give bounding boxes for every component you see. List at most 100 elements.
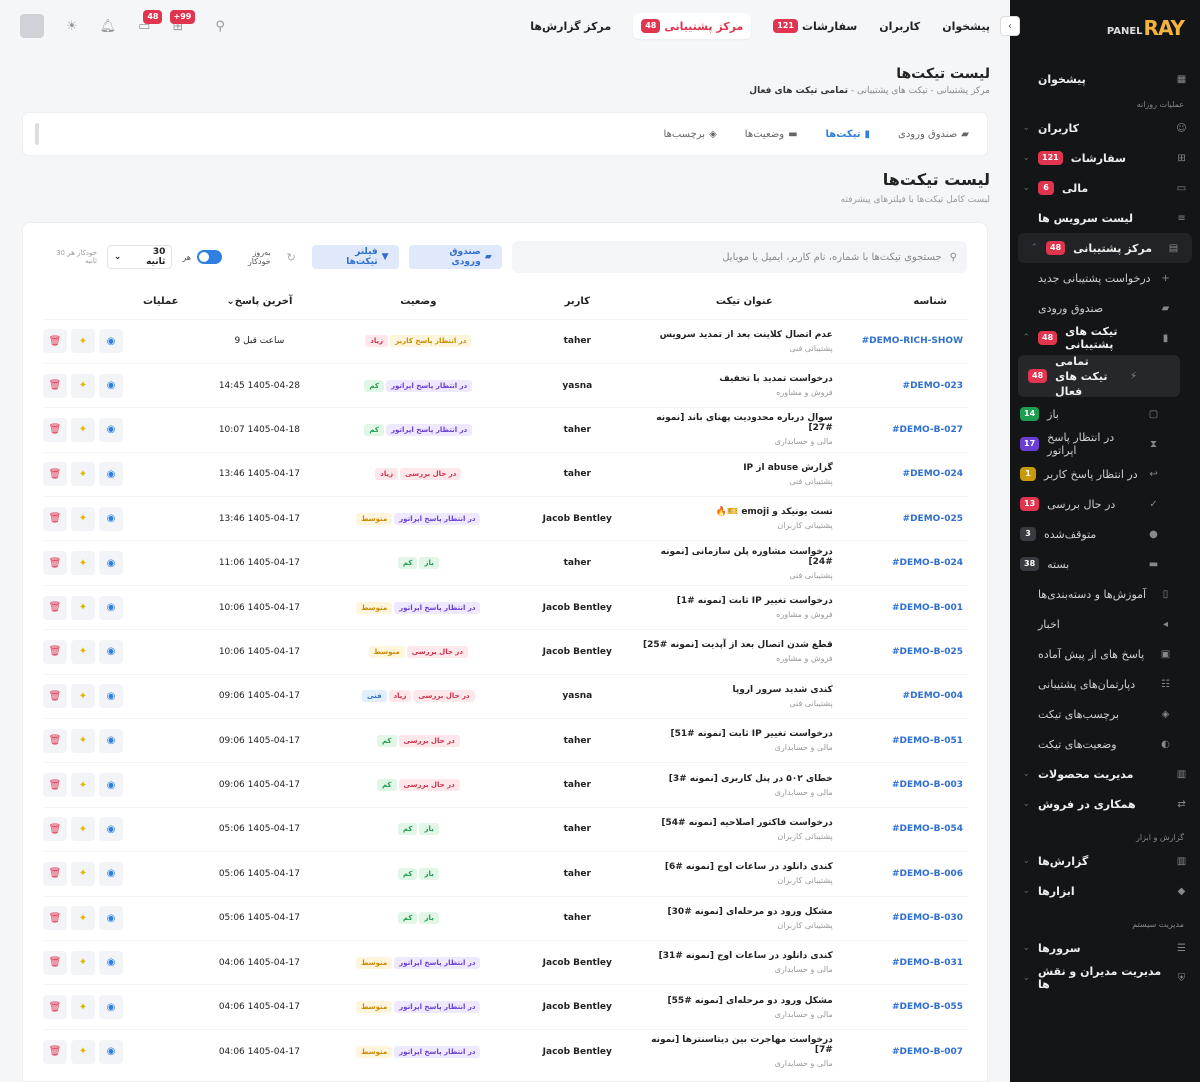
messages-icon[interactable]: ▭ 48: [138, 9, 163, 34]
ticket-id[interactable]: #DEMO-024: [832, 451, 969, 497]
sidebar-item-reviewing[interactable]: ✓ در حال بررسی 13: [1010, 489, 1200, 519]
eye-icon[interactable]: ◉: [99, 639, 123, 664]
ticket-title[interactable]: قطع شدن اتصال بعد از آپدیت [نمونه #25]: [640, 640, 833, 650]
eye-icon[interactable]: ◉: [99, 684, 123, 709]
drag-handle[interactable]: [35, 123, 39, 145]
ticket-title[interactable]: درخواست تغییر IP ثابت [نمونه #51]: [640, 729, 832, 739]
eye-icon[interactable]: ◉: [99, 773, 123, 798]
sidebar-item-news[interactable]: ◂ اخبار: [1010, 609, 1200, 639]
ticket-id[interactable]: #DEMO-004: [832, 673, 969, 719]
eye-icon[interactable]: ◉: [99, 373, 123, 398]
theme-toggle-icon[interactable]: ☀: [66, 19, 78, 34]
table-row[interactable]: #DEMO-B-027 سوال درباره محدودیت پهنای بان…: [43, 407, 969, 453]
table-row[interactable]: #DEMO-B-031 کندی دانلود در ساعات اوج [نمو…: [43, 939, 969, 985]
sidebar-item-servers[interactable]: ☰ سرورها ⌄: [1010, 933, 1200, 963]
nav-orders[interactable]: سفارشات 121: [773, 19, 857, 33]
trash-icon[interactable]: 🗑︎: [43, 551, 67, 576]
trash-icon[interactable]: 🗑︎: [43, 817, 67, 842]
table-row[interactable]: #DEMO-024 گزارش abuse از IP پشتیبانی فنی ta…: [43, 451, 969, 497]
interval-select[interactable]: 30 ثانیه ⌄: [106, 245, 173, 269]
bulb-icon[interactable]: ✦: [71, 462, 95, 487]
search-input[interactable]: ⚲ جستجوی تیکت‌ها با شماره، نام کاربر، ایم…: [511, 241, 967, 273]
trash-icon[interactable]: 🗑︎: [43, 1039, 67, 1064]
table-row[interactable]: #DEMO-B-030 مشکل ورود دو مرحله‌ای [نمونه …: [43, 895, 969, 941]
ticket-id[interactable]: #DEMO-B-027: [832, 407, 969, 453]
ticket-id[interactable]: #DEMO-B-031: [832, 939, 969, 985]
bulb-icon[interactable]: ✦: [71, 817, 95, 842]
table-row[interactable]: #DEMO-B-003 خطای ۵۰۲ در پنل کاربری [نمونه…: [43, 762, 969, 808]
table-row[interactable]: #DEMO-B-055 مشکل ورود دو مرحله‌ای [نمونه …: [43, 984, 969, 1030]
ticket-title[interactable]: کندی دانلود در ساعات اوج [نمونه #6]: [640, 862, 833, 872]
ticket-id[interactable]: #DEMO-B-055: [832, 984, 969, 1030]
trash-icon[interactable]: 🗑︎: [43, 728, 67, 753]
sidebar-item-closed[interactable]: ▬ بسته 38: [1010, 549, 1200, 579]
col-last-reply[interactable]: آخرین پاسخ⌄: [197, 285, 322, 319]
bulb-icon[interactable]: ✦: [71, 684, 95, 709]
bulb-icon[interactable]: ✦: [71, 551, 95, 576]
ticket-title[interactable]: گزارش abuse از IP: [640, 463, 833, 473]
col-id[interactable]: شناسه: [833, 285, 969, 319]
ticket-id[interactable]: #DEMO-B-001: [832, 584, 969, 630]
nav-reports[interactable]: مرکز گزارش‌ها: [530, 20, 611, 33]
sidebar-item-tickets[interactable]: ▮ تیکت های پشتیبانی 48 ⌃: [1010, 323, 1200, 353]
bulb-icon[interactable]: ✦: [71, 950, 95, 975]
eye-icon[interactable]: ◉: [99, 1039, 123, 1064]
table-row[interactable]: #DEMO-RICH-SHOW عدم اتصال کلاینت بعد از ت…: [43, 318, 969, 364]
ticket-id[interactable]: #DEMO-B-024: [832, 540, 969, 586]
trash-icon[interactable]: 🗑︎: [43, 462, 67, 487]
sidebar-item-departments[interactable]: ☷ دپارتمان‌های پشتیبانی: [1010, 669, 1200, 699]
eye-icon[interactable]: ◉: [99, 506, 123, 531]
ticket-id[interactable]: #DEMO-023: [832, 362, 969, 408]
trash-icon[interactable]: 🗑︎: [43, 595, 67, 620]
sidebar-item-support[interactable]: ▤ مرکز پشتیبانی 48 ⌃: [1018, 233, 1192, 263]
refresh-icon[interactable]: ↻: [287, 251, 296, 264]
sidebar-item-orders[interactable]: ⊞ سفارشات 121 ⌄: [1010, 143, 1200, 173]
trash-icon[interactable]: 🗑︎: [43, 373, 67, 398]
table-row[interactable]: #DEMO-B-024 درخواست مشاوره پلن سازمانی [ن…: [43, 540, 969, 586]
table-row[interactable]: #DEMO-B-054 درخواست فاکتور اصلاحیه [نمونه…: [43, 806, 969, 852]
trash-icon[interactable]: 🗑︎: [43, 506, 67, 531]
brand-logo[interactable]: RAY PANEL: [1010, 0, 1200, 56]
col-status[interactable]: وضعیت: [322, 285, 515, 319]
trash-icon[interactable]: 🗑︎: [43, 639, 67, 664]
col-user[interactable]: کاربر: [515, 285, 640, 319]
ticket-title[interactable]: خطای ۵۰۲ در پنل کاربری [نمونه #3]: [640, 774, 833, 784]
tab-statuses[interactable]: ▬ وضعیت‌ها: [745, 129, 798, 140]
ticket-title[interactable]: مشکل ورود دو مرحله‌ای [نمونه #55]: [640, 996, 833, 1006]
bulb-icon[interactable]: ✦: [71, 906, 95, 931]
ticket-id[interactable]: #DEMO-025: [832, 496, 969, 541]
nav-support[interactable]: مرکز پشتیبانی 48: [633, 13, 752, 39]
sidebar-item-suspended[interactable]: ● متوقف‌شده 3: [1010, 519, 1200, 549]
bulb-icon[interactable]: ✦: [71, 728, 95, 753]
ticket-title[interactable]: تست یونیکد و emoji 🎫🔥: [640, 507, 833, 517]
sidebar-item-products[interactable]: ▥ مدیریت محصولات ⌄: [1010, 759, 1200, 789]
nav-dashboard[interactable]: پیشخوان: [942, 20, 990, 33]
ticket-id[interactable]: #DEMO-B-051: [832, 718, 969, 763]
ticket-title[interactable]: کندی دانلود در ساعات اوج [نمونه #31]: [640, 951, 833, 961]
ticket-title[interactable]: درخواست فاکتور اصلاحیه [نمونه #54]: [640, 818, 832, 828]
ticket-title[interactable]: درخواست مهاجرت بین دیتاسنترها [نمونه #7]: [640, 1035, 833, 1055]
bulb-icon[interactable]: ✦: [71, 329, 95, 354]
trash-icon[interactable]: 🗑︎: [43, 773, 67, 798]
avatar[interactable]: [20, 14, 44, 38]
ticket-title[interactable]: سوال درباره محدودیت پهنای باند [نمونه #2…: [640, 413, 832, 433]
filter-button[interactable]: ▼ فیلتر تیکت‌ها: [311, 245, 399, 269]
ticket-id[interactable]: #DEMO-B-030: [832, 895, 969, 941]
trash-icon[interactable]: 🗑︎: [43, 684, 67, 709]
sidebar-item-tutorials[interactable]: ▯ آموزش‌ها و دسته‌بندی‌ها: [1010, 579, 1200, 609]
eye-icon[interactable]: ◉: [99, 417, 123, 442]
table-row[interactable]: #DEMO-023 درخواست تمدید با تخفیف فروش و مش…: [43, 362, 969, 408]
bell-icon[interactable]: 🔔︎: [100, 19, 117, 34]
tab-tags[interactable]: ◈ برچسب‌ها: [664, 129, 717, 140]
trash-icon[interactable]: 🗑︎: [43, 906, 67, 931]
eye-icon[interactable]: ◉: [99, 950, 123, 975]
table-row[interactable]: #DEMO-004 کندی شدید سرور اروپا پشتیبانی فن…: [43, 673, 969, 719]
bulb-icon[interactable]: ✦: [71, 995, 95, 1020]
ticket-title[interactable]: کندی شدید سرور اروپا: [640, 685, 833, 695]
col-title[interactable]: عنوان تیکت: [640, 285, 833, 319]
sidebar-item-finance[interactable]: ▭ مالی 6 ⌄: [1010, 173, 1200, 203]
trash-icon[interactable]: 🗑︎: [43, 417, 67, 442]
crumb-support[interactable]: مرکز پشتیبانی: [937, 86, 990, 96]
eye-icon[interactable]: ◉: [99, 728, 123, 753]
sidebar-item-await-user[interactable]: ↩ در انتظار پاسخ کاربر 1: [1010, 459, 1200, 489]
